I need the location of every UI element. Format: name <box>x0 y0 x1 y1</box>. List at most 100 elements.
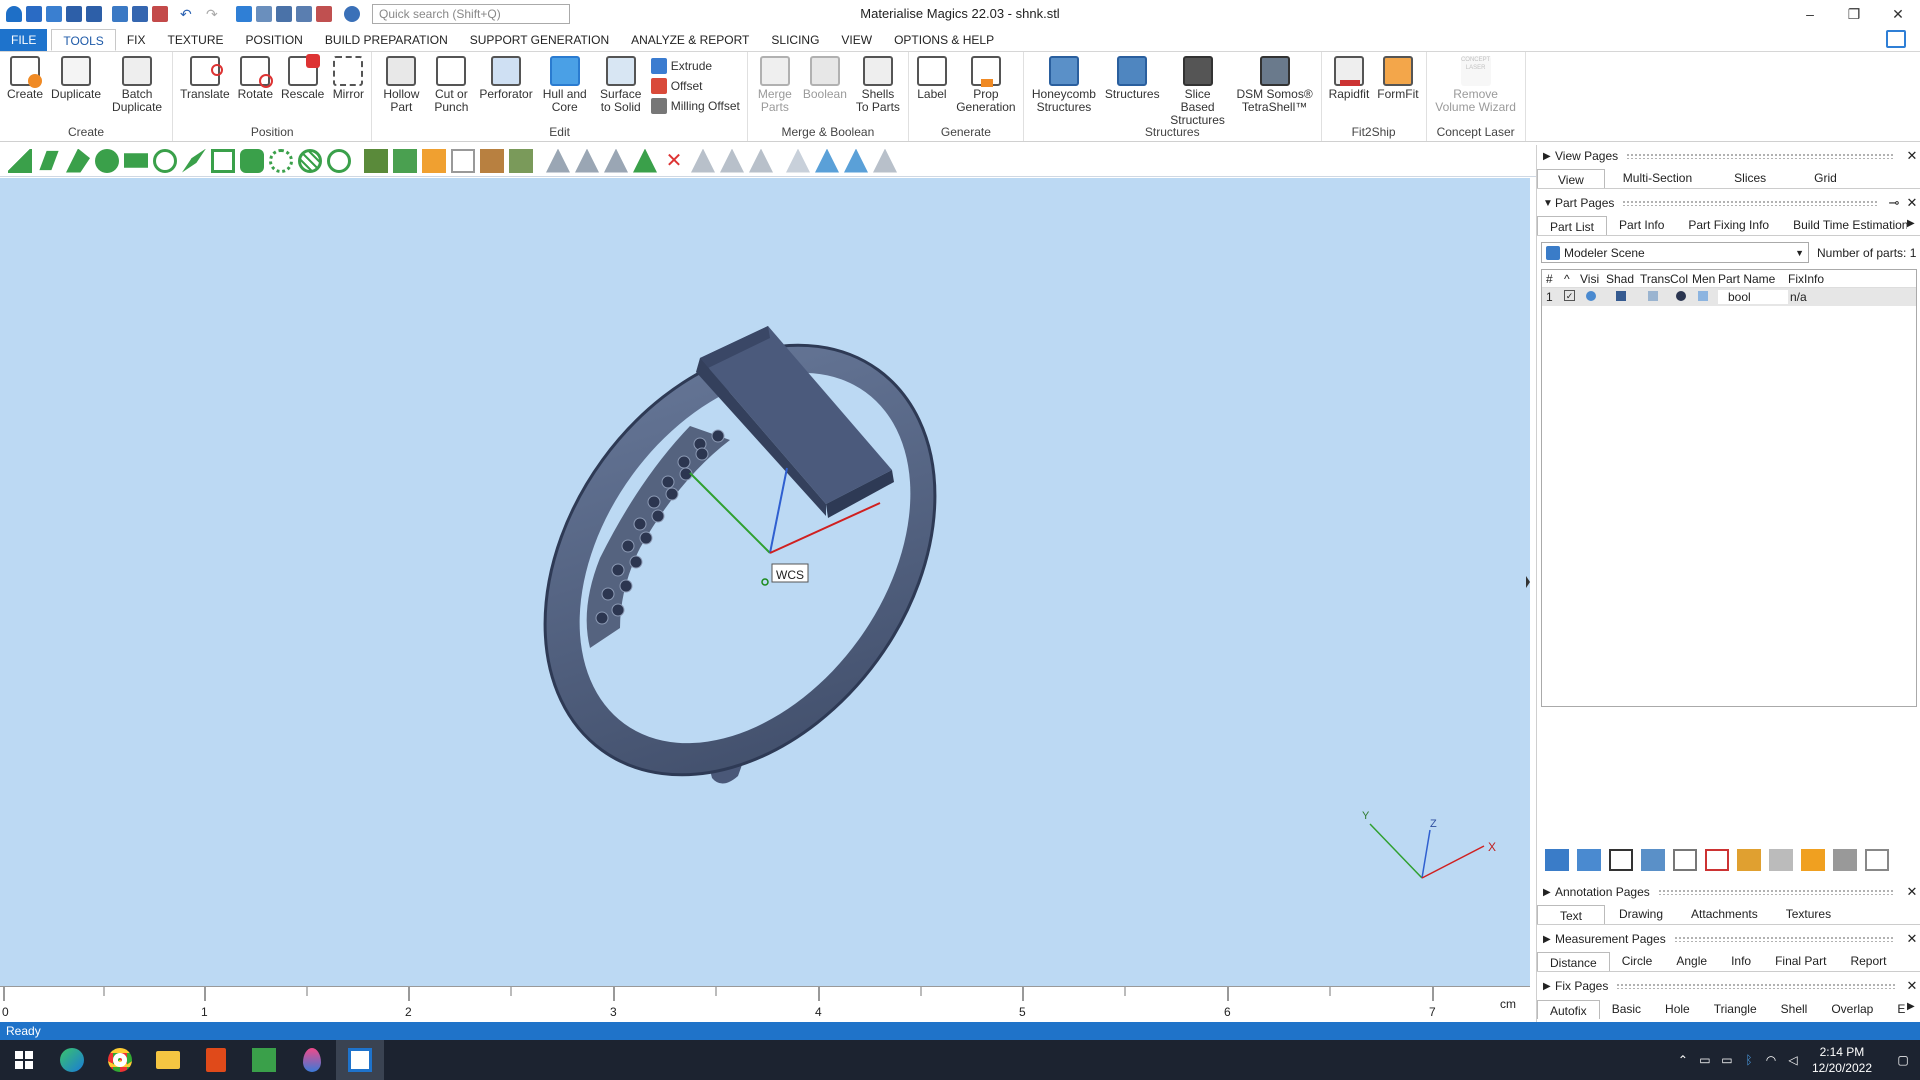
add-part-icon[interactable] <box>1545 849 1569 871</box>
tab-fix[interactable]: FIX <box>116 29 157 51</box>
formfit-button[interactable]: FormFit <box>1373 54 1422 103</box>
tab-build-time-estimation[interactable]: Build Time Estimation <box>1781 215 1920 235</box>
scene-dropdown[interactable]: Modeler Scene ▼ <box>1541 242 1809 263</box>
close-icon[interactable]: ✕ <box>1903 931 1920 947</box>
tab-autofix[interactable]: Autofix <box>1537 1000 1600 1019</box>
select-mode-icon[interactable] <box>236 6 252 22</box>
restore-button[interactable]: ❐ <box>1832 0 1876 28</box>
invert-marking-icon[interactable] <box>480 148 504 173</box>
tab-multi-section[interactable]: Multi-Section <box>1605 168 1710 188</box>
tab-scroll-right-icon[interactable]: ▶ <box>1907 214 1920 234</box>
volume-icon[interactable]: ◁ <box>1782 1053 1804 1067</box>
structures-button[interactable]: Structures <box>1101 54 1164 103</box>
zoom-tool-icon[interactable] <box>256 6 272 22</box>
remove-volume-wizard-button[interactable]: CONCEPT LASER Remove Volume Wizard <box>1430 54 1522 116</box>
3d-viewport[interactable]: WCS Y Z X <box>0 178 1530 986</box>
offset-button[interactable]: Offset <box>650 78 740 94</box>
tab-position[interactable]: POSITION <box>235 29 314 51</box>
mesh-icon[interactable] <box>1692 290 1718 304</box>
tab-analyze-report[interactable]: ANALYZE & REPORT <box>620 29 760 51</box>
tab-final-part[interactable]: Final Part <box>1763 951 1838 971</box>
perforator-button[interactable]: Perforator <box>475 54 536 103</box>
tab-shell[interactable]: Shell <box>1769 999 1820 1019</box>
minimize-button[interactable]: – <box>1788 0 1832 28</box>
eraser-icon[interactable] <box>1801 849 1825 871</box>
taskbar-magics[interactable] <box>336 1040 384 1080</box>
save-icon[interactable] <box>66 6 82 22</box>
close-icon[interactable]: ✕ <box>1903 148 1920 164</box>
tab-basic[interactable]: Basic <box>1600 999 1653 1019</box>
triangle-tool-2-icon[interactable] <box>575 148 599 173</box>
rotate-button[interactable]: Rotate <box>234 54 277 103</box>
tab-slices[interactable]: Slices <box>1710 168 1790 188</box>
label-button[interactable]: Label <box>912 54 952 103</box>
honeycomb-structures-button[interactable]: Honeycomb Structures <box>1027 54 1101 116</box>
new-file-icon[interactable] <box>26 6 42 22</box>
close-icon[interactable]: ✕ <box>1903 195 1920 211</box>
zoom-fit-icon[interactable] <box>316 6 332 22</box>
start-button[interactable] <box>0 1040 48 1080</box>
taskbar-edge[interactable] <box>48 1040 96 1080</box>
list-settings-icon[interactable] <box>1865 849 1889 871</box>
triangle-tool-5-icon[interactable] <box>691 148 715 173</box>
network-icon[interactable]: ◠ <box>1760 1053 1782 1067</box>
tab-grid[interactable]: Grid <box>1790 168 1861 188</box>
stack-icon[interactable] <box>1833 849 1857 871</box>
remove-part-icon[interactable] <box>1705 849 1729 871</box>
tab-triangle[interactable]: Triangle <box>1702 999 1769 1019</box>
tab-attachments[interactable]: Attachments <box>1677 904 1772 924</box>
tab-hole[interactable]: Hole <box>1653 999 1702 1019</box>
tab-part-info[interactable]: Part Info <box>1607 215 1676 235</box>
unmark-part-icon[interactable] <box>364 148 388 173</box>
taskbar-chrome[interactable] <box>96 1040 144 1080</box>
batch-duplicate-button[interactable]: Batch Duplicate <box>105 54 169 116</box>
tab-angle[interactable]: Angle <box>1664 951 1719 971</box>
select-all-icon[interactable] <box>1609 849 1633 871</box>
import-icon[interactable] <box>112 6 128 22</box>
measurement-pages-header[interactable]: ▶ Measurement Pages ✕ <box>1537 929 1920 949</box>
label-part-icon[interactable] <box>1769 849 1793 871</box>
rapidfit-button[interactable]: Rapidfit <box>1325 54 1374 103</box>
tab-tools[interactable]: TOOLS <box>51 29 116 51</box>
fix-pages-header[interactable]: ▶ Fix Pages ✕ <box>1537 976 1920 996</box>
surface-to-solid-button[interactable]: Surface to Solid <box>593 54 649 116</box>
triangle-tool-8-icon[interactable] <box>786 148 810 173</box>
tab-overlap[interactable]: Overlap <box>1819 999 1885 1019</box>
mark-rectangle-icon[interactable] <box>124 153 148 168</box>
hull-and-core-button[interactable]: Hull and Core <box>537 54 593 116</box>
save-as-icon[interactable] <box>86 6 102 22</box>
close-button[interactable]: ✕ <box>1876 0 1920 28</box>
tab-report[interactable]: Report <box>1838 951 1898 971</box>
triangle-tool-1-icon[interactable] <box>546 148 570 173</box>
color-part-icon[interactable] <box>1737 849 1761 871</box>
tetrashell-button[interactable]: DSM Somos® TetraShell™ <box>1232 54 1318 116</box>
delete-triangles-icon[interactable]: ✕ <box>662 149 686 173</box>
chevron-up-icon[interactable]: ⌃ <box>1672 1053 1694 1067</box>
mirror-button[interactable]: Mirror <box>328 54 368 103</box>
view-pages-header[interactable]: ▶ View Pages ✕ <box>1537 146 1920 166</box>
triangle-tool-9-icon[interactable] <box>815 148 839 173</box>
view-part-icon[interactable] <box>1641 849 1665 871</box>
part-pages-header[interactable]: ▼ Part Pages ⊸ ✕ <box>1537 193 1920 213</box>
layout-toggle-icon[interactable] <box>1886 30 1906 48</box>
extrude-button[interactable]: Extrude <box>650 58 740 74</box>
mark-box-icon[interactable] <box>211 148 235 173</box>
transparent-icon[interactable] <box>1640 290 1670 304</box>
tab-textures[interactable]: Textures <box>1772 904 1845 924</box>
visible-icon[interactable] <box>1580 290 1606 304</box>
taskbar-app-drop[interactable] <box>288 1040 336 1080</box>
wireframe-icon[interactable] <box>1673 849 1697 871</box>
magics-logo-icon[interactable] <box>6 6 22 22</box>
close-icon[interactable]: ✕ <box>1903 884 1920 900</box>
mark-cluster-icon[interactable] <box>269 148 293 173</box>
tab-circle[interactable]: Circle <box>1610 951 1665 971</box>
tab-text[interactable]: Text <box>1537 905 1606 924</box>
save-part-icon[interactable] <box>132 6 148 22</box>
redo-icon[interactable]: ↷ <box>206 6 222 22</box>
mark-part-icon[interactable] <box>393 148 417 173</box>
tab-view[interactable]: View <box>1537 169 1605 188</box>
tab-support-generation[interactable]: SUPPORT GENERATION <box>459 29 620 51</box>
taskbar-file-explorer[interactable] <box>144 1040 192 1080</box>
tab-slicing[interactable]: SLICING <box>760 29 830 51</box>
tab-distance[interactable]: Distance <box>1537 952 1610 971</box>
